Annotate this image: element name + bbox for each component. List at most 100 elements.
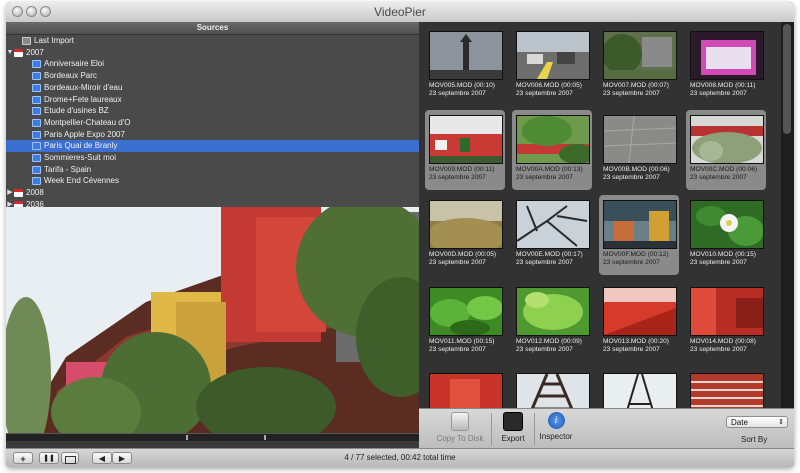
clip-thumbnail-image — [429, 200, 503, 249]
clip-date: 23 septembre 2007 — [603, 346, 660, 353]
clip-thumbnail[interactable]: MOV008.MOD (00:11) 23 septembre 2007 — [686, 26, 766, 106]
clip-date: 23 septembre 2007 — [603, 174, 660, 181]
clip-name: MOV011.MOD (00:15) — [429, 338, 495, 345]
clip-thumbnail[interactable]: MOV00A.MOD (00:13) 23 septembre 2007 — [512, 110, 592, 190]
sources-item-label: Sommieres-Suit moi — [44, 153, 117, 162]
clip-thumbnail[interactable]: MOV007.MOD (00:07) 23 septembre 2007 — [599, 26, 679, 106]
clip-date: 23 septembre 2007 — [429, 90, 486, 97]
clip-thumbnail-image — [603, 373, 677, 408]
clip-thumbnail[interactable]: MOV011.MOD (00:15) 23 septembre 2007 — [425, 282, 505, 362]
disclosure-closed-icon[interactable]: ▶ — [6, 199, 14, 207]
scrollbar-thumb[interactable] — [783, 24, 791, 134]
clip-thumbnail-image — [516, 115, 590, 164]
sources-item[interactable]: Bordeaux Parc — [6, 70, 419, 82]
sources-item[interactable]: Paris Quai de Branly — [6, 140, 419, 153]
sort-by-select[interactable]: Date ⇕ — [726, 416, 788, 428]
sources-item[interactable]: Bordeaux-Miroir d'eau — [6, 82, 419, 94]
scrubber-marker[interactable] — [264, 435, 266, 440]
sources-item-label: 2036 — [26, 199, 44, 207]
sources-item[interactable]: Sommieres-Suit moi — [6, 152, 419, 164]
sources-item[interactable]: Drome+Fete laureaux — [6, 94, 419, 106]
sources-item[interactable]: Tarifa - Spain — [6, 164, 419, 176]
clip-date: 23 septembre 2007 — [690, 259, 747, 266]
clip-thumbnail-image — [690, 373, 764, 408]
clip-thumbnail[interactable]: MOV00E.MOD (00:17) 23 septembre 2007 — [512, 195, 592, 275]
bottom-bar: + ❚❚ ◀ ▶ 4 / 77 selected, 00:42 total ti… — [6, 448, 794, 467]
disclosure-closed-icon[interactable]: ▶ — [6, 187, 14, 199]
clip-thumbnail[interactable]: MOV010.MOD (00:15) 23 septembre 2007 — [686, 195, 766, 275]
clip-thumbnail[interactable]: MOV012.MOD (00:09) 23 septembre 2007 — [512, 282, 592, 362]
sources-item[interactable]: ▶ 2036 — [6, 199, 419, 207]
selection-status: 4 / 77 selected, 00:42 total time — [344, 453, 456, 462]
clip-thumbnail[interactable]: MOV005.MOD (00:10) 23 septembre 2007 — [425, 26, 505, 106]
clip-thumbnail[interactable]: MOV00C.MOD (00:06) 23 septembre 2007 — [686, 110, 766, 190]
clip-name: MOV00E.MOD (00:17) — [516, 251, 583, 258]
clip-grid: MOV005.MOD (00:10) 23 septembre 2007 MOV00… — [419, 22, 794, 408]
calendar-icon — [14, 189, 23, 198]
clip-thumbnail-image — [516, 31, 590, 80]
sources-item-label: Etude d'usines BZ — [44, 106, 109, 116]
sources-item-label: 2008 — [26, 188, 44, 198]
clip-grid-scrollbar[interactable] — [781, 22, 794, 408]
clip-thumbnail-image — [429, 373, 503, 408]
clip-thumbnail[interactable]: MOV006.MOD (00:05) 23 septembre 2007 — [512, 26, 592, 106]
sources-item-label: Last Import — [34, 36, 75, 45]
clip-name: MOV010.MOD (00:15) — [690, 251, 756, 258]
export-button[interactable]: Export — [495, 412, 531, 443]
sources-item[interactable]: Paris Apple Expo 2007 — [6, 129, 419, 141]
video-preview[interactable] — [6, 207, 419, 440]
sources-item-label: 2007 — [26, 47, 44, 57]
folder-icon — [32, 130, 41, 139]
video-scrubber[interactable] — [6, 433, 419, 441]
clip-name: MOV013.MOD (00:20) — [603, 338, 669, 345]
copy-to-disk-label: Copy To Disk — [436, 434, 484, 443]
clip-thumbnail-image — [516, 200, 590, 249]
clip-thumbnail[interactable] — [512, 368, 592, 408]
clip-thumbnail[interactable]: MOV009.MOD (00:11) 23 septembre 2007 — [425, 110, 505, 190]
clip-thumbnail[interactable] — [599, 368, 679, 408]
sources-item[interactable]: Last Import — [6, 35, 419, 47]
clip-date: 23 septembre 2007 — [429, 259, 486, 266]
clip-thumbnail[interactable] — [686, 368, 766, 408]
clip-name: MOV012.MOD (00:09) — [516, 338, 582, 345]
sources-panel: Sources Last Import ▼ 2007 Anniversaire Elo… — [6, 22, 419, 207]
updown-arrows-icon: ⇕ — [778, 419, 784, 426]
sources-item[interactable]: ▶ 2008 — [6, 187, 419, 199]
sources-item[interactable]: Week End Cévennes — [6, 175, 419, 187]
clip-date: 23 septembre 2007 — [516, 90, 573, 97]
film-strip-icon — [503, 412, 523, 431]
folder-icon — [32, 83, 41, 92]
clip-thumbnail[interactable]: MOV013.MOD (00:20) 23 septembre 2007 — [599, 282, 679, 362]
copy-to-disk-button[interactable]: Copy To Disk — [429, 412, 491, 443]
clip-date: 23 septembre 2007 — [603, 259, 660, 266]
folder-icon — [32, 177, 41, 186]
clip-name: MOV00D.MOD (00:05) — [429, 251, 497, 258]
inspector-label: Inspector — [539, 432, 573, 441]
scrubber-marker[interactable] — [186, 435, 188, 440]
clip-thumbnail-image — [690, 200, 764, 249]
inspector-button[interactable]: i Inspector — [537, 412, 575, 441]
sources-item[interactable]: ▼ 2007 — [6, 47, 419, 59]
clip-thumbnail[interactable]: MOV00D.MOD (00:05) 23 septembre 2007 — [425, 195, 505, 275]
folder-icon — [32, 154, 41, 162]
clip-date: 23 septembre 2007 — [516, 346, 573, 353]
clip-thumbnail-image — [690, 115, 764, 164]
clip-thumbnail-image — [603, 200, 677, 249]
sources-item-label: Drome+Fete laureaux — [44, 94, 122, 104]
clip-date: 23 septembre 2007 — [429, 174, 486, 181]
clip-date: 23 septembre 2007 — [516, 174, 573, 181]
clip-thumbnail-image — [429, 115, 503, 164]
window-title: VideoPier — [374, 5, 426, 19]
clip-thumbnail-image — [429, 31, 503, 80]
clip-thumbnail[interactable]: MOV00F.MOD (00:12) 23 septembre 2007 — [599, 195, 679, 275]
sources-item[interactable]: Montpellier-Chateau d'O — [6, 117, 419, 129]
disclosure-open-icon[interactable]: ▼ — [6, 47, 14, 59]
sources-item[interactable]: Etude d'usines BZ — [6, 105, 419, 117]
clip-name: MOV008.MOD (00:11) — [690, 82, 756, 89]
folder-icon — [32, 95, 41, 104]
sources-item[interactable]: Anniversaire Eloi — [6, 58, 419, 70]
clip-thumbnail[interactable]: MOV00B.MOD (00:06) 23 septembre 2007 — [599, 110, 679, 190]
clip-thumbnail[interactable] — [425, 368, 505, 408]
clip-thumbnail[interactable]: MOV014.MOD (00:08) 23 septembre 2007 — [686, 282, 766, 362]
folder-icon — [32, 107, 41, 116]
